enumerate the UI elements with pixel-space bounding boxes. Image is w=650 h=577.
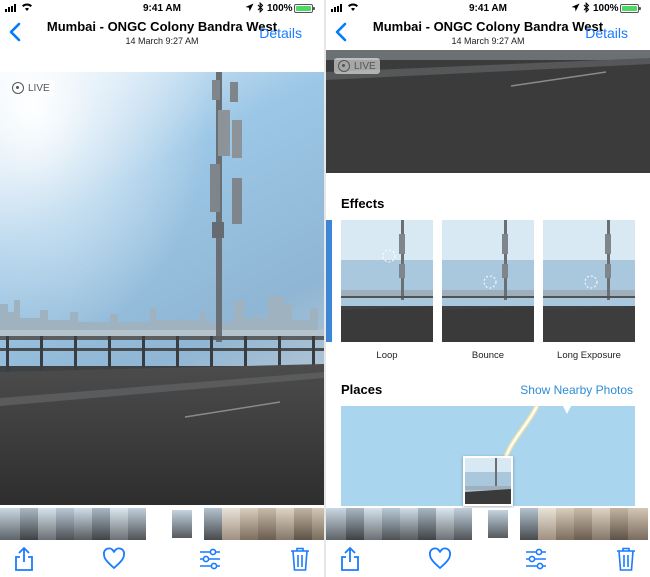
filmstrip-thumb[interactable] [258,508,276,540]
battery-icon [294,4,315,13]
filmstrip-current-thumb[interactable] [486,508,510,540]
navigation-bar: Mumbai - ONGC Colony Bandra West 14 Marc… [0,16,324,50]
edit-button[interactable] [524,546,548,572]
main-photo-scrolled[interactable]: LIVE [326,50,650,173]
places-heading: Places [341,382,383,397]
selected-effect-edge [326,220,332,342]
favorite-button[interactable] [428,546,452,572]
map-photo-pin[interactable] [463,456,513,506]
photo-details-screen: 9:41 AM 100% Mumbai - ONGC Colony Bandra… [326,0,650,577]
filmstrip-thumb[interactable] [592,508,610,540]
trash-icon [291,547,309,571]
filmstrip-thumb[interactable] [0,508,20,540]
filmstrip-gap [472,508,486,540]
filmstrip-thumb[interactable] [276,508,294,540]
filmstrip-thumb[interactable] [38,508,56,540]
trash-icon [617,547,635,571]
effect-thumbnail[interactable] [543,220,635,342]
show-nearby-photos-link[interactable]: Show Nearby Photos [520,383,633,397]
effects-list: Loop Bounce Long Exposure [341,220,635,361]
filmstrip-gap [146,508,170,540]
bottom-toolbar [326,542,650,577]
filmstrip-thumb[interactable] [204,508,222,540]
filmstrip-thumb[interactable] [346,508,364,540]
adjust-sliders-icon [200,548,220,570]
filmstrip-thumb[interactable] [326,508,346,540]
filmstrip-thumb[interactable] [110,508,128,540]
effect-thumbnail[interactable] [442,220,534,342]
filmstrip-gap [194,508,204,540]
status-bar: 9:41 AM 100% [0,0,324,16]
effects-heading: Effects [341,196,385,211]
delete-button[interactable] [288,546,312,572]
battery-icon [620,4,641,13]
filmstrip-thumb[interactable] [92,508,110,540]
photo-viewer-screen: 9:41 AM 100% Mumbai - ONGC Colony Bandra… [0,0,324,577]
live-photo-badge: LIVE [334,58,380,74]
effect-label: Loop [376,350,398,361]
filmstrip-thumb[interactable] [574,508,592,540]
bottom-toolbar [0,542,324,577]
filmstrip-thumb[interactable] [628,508,648,540]
filmstrip-thumb[interactable] [538,508,556,540]
filmstrip-thumb[interactable] [382,508,400,540]
heart-icon [103,547,125,570]
effect-thumbnail[interactable] [341,220,433,342]
filmstrip-thumb[interactable] [294,508,312,540]
share-button[interactable] [12,546,36,572]
effect-bounce[interactable]: Bounce [442,220,534,361]
main-photo[interactable]: LIVE [0,72,324,505]
heart-icon [429,547,451,570]
filmstrip-thumb[interactable] [364,508,382,540]
effect-label: Bounce [471,350,505,361]
effect-loop[interactable]: Loop [341,220,433,361]
filmstrip-thumb[interactable] [312,508,324,540]
photo-filmstrip[interactable] [326,508,650,540]
live-photo-icon [12,82,24,94]
share-icon [15,546,33,571]
location-arrow-icon [571,3,580,12]
adjust-sliders-icon [526,548,546,570]
filmstrip-thumb[interactable] [418,508,436,540]
filmstrip-thumb[interactable] [20,508,38,540]
photo-filmstrip[interactable] [0,508,324,540]
filmstrip-thumb[interactable] [520,508,538,540]
effect-long-exposure[interactable]: Long Exposure [543,220,635,361]
filmstrip-thumb[interactable] [128,508,146,540]
filmstrip-thumb[interactable] [74,508,92,540]
filmstrip-gap [510,508,520,540]
filmstrip-thumb[interactable] [610,508,628,540]
filmstrip-thumb[interactable] [454,508,472,540]
share-icon [341,546,359,571]
live-photo-icon [338,60,350,72]
bluetooth-icon [257,2,264,13]
filmstrip-thumb[interactable] [222,508,240,540]
live-photo-badge: LIVE [8,80,54,96]
effect-label: Long Exposure [557,350,621,361]
location-arrow-icon [245,3,254,12]
filmstrip-thumb[interactable] [400,508,418,540]
filmstrip-current-thumb[interactable] [170,508,194,540]
favorite-button[interactable] [102,546,126,572]
filmstrip-thumb[interactable] [556,508,574,540]
share-button[interactable] [338,546,362,572]
details-button[interactable]: Details [259,25,302,41]
status-bar: 9:41 AM 100% [326,0,650,16]
battery-percent: 100% [267,3,293,14]
battery-percent: 100% [593,3,619,14]
live-badge-label: LIVE [354,60,376,72]
filmstrip-thumb[interactable] [436,508,454,540]
bluetooth-icon [583,2,590,13]
filmstrip-thumb[interactable] [56,508,74,540]
live-badge-label: LIVE [28,82,50,94]
filmstrip-thumb[interactable] [240,508,258,540]
details-button[interactable]: Details [585,25,628,41]
edit-button[interactable] [198,546,222,572]
delete-button[interactable] [614,546,638,572]
navigation-bar: Mumbai - ONGC Colony Bandra West 14 Marc… [326,16,650,50]
